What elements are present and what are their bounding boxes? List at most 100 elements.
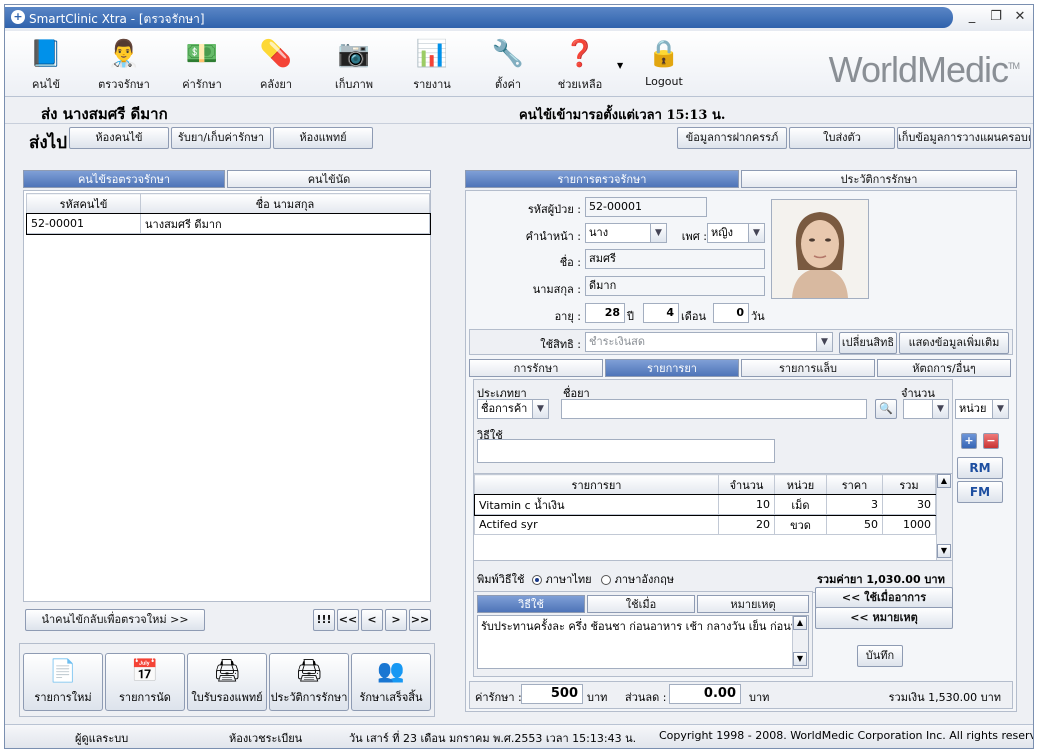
chevron-down-icon: ▼ bbox=[992, 400, 1008, 418]
waiting-patient-list: รหัสคนไข้ ชื่อ นามสกุล 52-00001 นางสมศรี… bbox=[23, 190, 431, 602]
toolbar-report[interactable]: 📊 รายงาน bbox=[397, 35, 467, 93]
prefix-select[interactable]: นาง ▼ bbox=[585, 223, 667, 243]
show-more-info-button[interactable]: แสดงข้อมูลเพิ่มเติม bbox=[899, 332, 1009, 354]
subtab-drug-list[interactable]: รายการยา bbox=[605, 359, 739, 377]
patient-id-field: 52-00001 bbox=[585, 197, 707, 217]
toolbar-drugstore[interactable]: 💊 คลังยา bbox=[241, 35, 311, 93]
tab-treatment-items[interactable]: รายการตรวจรักษา bbox=[465, 170, 739, 188]
radio-thai[interactable] bbox=[531, 575, 542, 585]
treatment-history-button[interactable]: 🖨 ประวัติการรักษา bbox=[269, 653, 349, 711]
doctor-room-button[interactable]: ห้องแพทย์ bbox=[273, 127, 373, 149]
return-for-reexam-button[interactable]: นำคนไข้กลับเพื่อตรวจใหม่ >> bbox=[25, 609, 205, 631]
antenatal-button[interactable]: ข้อมูลการฝากครรภ์ bbox=[677, 127, 787, 149]
chevron-down-icon[interactable]: ▼ bbox=[937, 544, 951, 558]
first-name-field: สมศรี bbox=[585, 249, 765, 269]
pager-last-button[interactable]: >> bbox=[409, 609, 431, 631]
remove-icon[interactable]: − bbox=[983, 433, 999, 449]
fm-button[interactable]: FM bbox=[957, 481, 1003, 503]
chevron-down-icon[interactable]: ▼ bbox=[793, 652, 807, 666]
unit-select[interactable]: หน่วย ▼ bbox=[955, 399, 1009, 419]
usage-scrollbar[interactable]: ▲ ▼ bbox=[792, 616, 808, 668]
print-usage-label: พิมพ์วิธีใช้ bbox=[477, 573, 525, 586]
toolbar-help[interactable]: ❓ ช่วยเหลือ bbox=[545, 35, 615, 93]
pager-all-button[interactable]: !!! bbox=[313, 609, 335, 631]
drug-name-input[interactable] bbox=[561, 399, 867, 419]
status-datetime: วัน เสาร์ ที่ 23 เดือน มกราคม พ.ศ.2553 เ… bbox=[349, 732, 637, 745]
chevron-down-icon: ▼ bbox=[650, 224, 666, 242]
pager-prev-button[interactable]: < bbox=[361, 609, 383, 631]
quantity-select[interactable]: ▼ bbox=[903, 399, 949, 419]
printer-check-icon: 🖨 bbox=[295, 659, 323, 684]
patient-id-cell: 52-00001 bbox=[26, 213, 141, 234]
toolbar-settings[interactable]: 🔧 ตั้งค่า bbox=[473, 35, 543, 93]
status-room: ห้องเวชระเบียน bbox=[229, 732, 303, 745]
app-icon: + bbox=[11, 10, 25, 24]
main-toolbar: 📘 คนไข้ 👨‍⚕️ ตรวจรักษา 💵 ค่ารักษา 💊 คลังยา 📷… bbox=[5, 31, 1033, 97]
chevron-down-icon: ▼ bbox=[932, 400, 948, 418]
pager-first-button[interactable]: << bbox=[337, 609, 359, 631]
subtab-procedures[interactable]: หัตถการ/อื่นๆ bbox=[877, 359, 1011, 377]
days-unit-label: วัน bbox=[751, 310, 765, 323]
fee-input[interactable]: 500 bbox=[521, 684, 583, 704]
usage-textarea[interactable]: รับประทานครั้งละ ครึ่ง ช้อนชา ก่อนอาหาร … bbox=[477, 615, 809, 669]
drug-price-cell: 50 bbox=[826, 514, 883, 535]
note-button[interactable]: << หมายเหตุ bbox=[815, 607, 953, 629]
radio-english[interactable] bbox=[601, 575, 612, 585]
chevron-down-icon: ▼ bbox=[748, 224, 764, 242]
tab-appointment-patients[interactable]: คนไข้นัด bbox=[227, 170, 431, 188]
column-header: ชื่อ นามสกุล bbox=[140, 193, 430, 214]
discount-label: ส่วนลด : bbox=[625, 691, 667, 704]
column-header: ราคา bbox=[826, 474, 883, 495]
minimize-button[interactable]: _ bbox=[963, 9, 981, 24]
tab-treatment-history[interactable]: ประวัติการรักษา bbox=[741, 170, 1017, 188]
tools-icon: 🔧 bbox=[491, 39, 525, 69]
close-button[interactable]: ✕ bbox=[1011, 9, 1029, 24]
new-record-button[interactable]: 📄 รายการใหม่ bbox=[23, 653, 103, 711]
drug-name-cell: Vitamin c น้ำเงิน bbox=[474, 494, 719, 515]
family-planning-button[interactable]: เก็บข้อมูลการวางแผนครอบค bbox=[897, 127, 1031, 149]
toolbar-patient[interactable]: 📘 คนไข้ bbox=[11, 35, 81, 93]
patient-id-label: รหัสผู้ป่วย : bbox=[527, 203, 581, 216]
rights-label: ใช้สิทธิ : bbox=[540, 338, 581, 351]
drug-type-select[interactable]: ชื่อการค้า ▼ bbox=[477, 399, 549, 419]
appointment-list-button[interactable]: 📅 รายการนัด bbox=[105, 653, 185, 711]
toolbar-fee[interactable]: 💵 ค่ารักษา bbox=[167, 35, 237, 93]
table-row[interactable]: Vitamin c น้ำเงิน 10 เม็ด 3 30 bbox=[473, 493, 937, 516]
column-header: รายการยา bbox=[474, 474, 719, 495]
referral-button[interactable]: ใบส่งตัว bbox=[789, 127, 895, 149]
toolbar-logout[interactable]: 🔒 Logout bbox=[629, 35, 699, 88]
help-dropdown-icon[interactable]: ▼ bbox=[617, 61, 623, 70]
discount-input[interactable]: 0.00 bbox=[669, 684, 741, 704]
chevron-up-icon[interactable]: ▲ bbox=[937, 474, 951, 488]
add-icon[interactable]: + bbox=[961, 433, 977, 449]
rm-button[interactable]: RM bbox=[957, 457, 1003, 479]
subtab-treatment[interactable]: การรักษา bbox=[469, 359, 603, 377]
drug-price-cell: 3 bbox=[826, 494, 883, 515]
restore-button[interactable]: ❐ bbox=[987, 9, 1005, 24]
tab-usage[interactable]: วิธีใช้ bbox=[477, 595, 585, 613]
column-header: รวม bbox=[882, 474, 936, 495]
change-rights-button[interactable]: เปลี่ยนสิทธิ bbox=[839, 332, 897, 354]
tab-waiting-patients[interactable]: คนไข้รอตรวจรักษา bbox=[23, 170, 225, 188]
table-row[interactable]: Actifed syr 20 ขวด 50 1000 bbox=[474, 514, 936, 535]
drug-table-scrollbar[interactable]: ▲ ▼ bbox=[936, 474, 952, 560]
usage-input[interactable] bbox=[477, 439, 775, 463]
toolbar-photo[interactable]: 📷 เก็บภาพ bbox=[319, 35, 389, 93]
tab-when-used[interactable]: ใช้เมื่อ bbox=[587, 595, 695, 613]
finish-treatment-button[interactable]: 👥 รักษาเสร็จสิ้น bbox=[351, 653, 431, 711]
toolbar-examine[interactable]: 👨‍⚕️ ตรวจรักษา bbox=[89, 35, 159, 93]
when-used-symptom-button[interactable]: << ใช้เมื่ออาการ bbox=[815, 587, 953, 609]
subtab-lab-list[interactable]: รายการแล็บ bbox=[741, 359, 875, 377]
rights-select[interactable]: ชำระเงินสด ▼ bbox=[585, 332, 833, 352]
table-row[interactable]: 52-00001 นางสมศรี ดีมาก bbox=[25, 212, 431, 235]
send-patient-title: ส่ง นางสมศรี ดีมาก bbox=[41, 105, 168, 123]
pharmacy-cashier-button[interactable]: รับยา/เก็บค่ารักษา bbox=[171, 127, 271, 149]
tab-note[interactable]: หมายเหตุ bbox=[697, 595, 809, 613]
medical-certificate-button[interactable]: 🖨 ใบรับรองแพทย์ bbox=[187, 653, 267, 711]
pager-next-button[interactable]: > bbox=[385, 609, 407, 631]
drug-search-button[interactable]: 🔍 bbox=[875, 399, 897, 419]
save-button[interactable]: บันทึก bbox=[857, 645, 903, 667]
sex-select[interactable]: หญิง ▼ bbox=[707, 223, 765, 243]
patient-room-button[interactable]: ห้องคนไข้ bbox=[69, 127, 169, 149]
chevron-up-icon[interactable]: ▲ bbox=[793, 616, 807, 630]
